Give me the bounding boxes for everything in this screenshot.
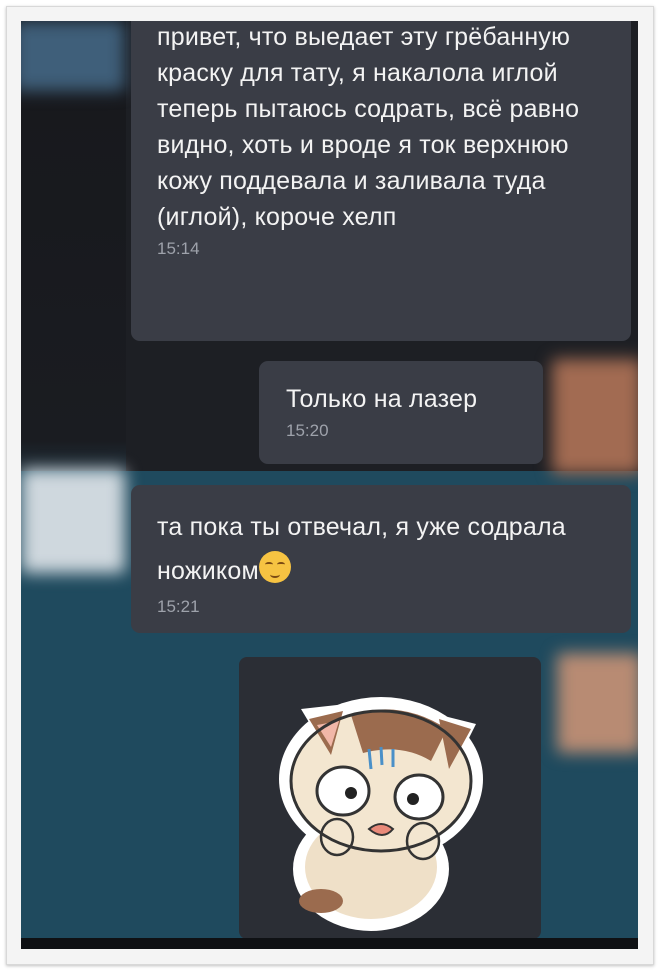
message-text: та пока ты отвечал, я уже содрала ножико… <box>157 513 566 585</box>
message-bubble-incoming[interactable]: привет, что выедает эту грёбанную краску… <box>131 21 631 341</box>
contact-avatar-blurred[interactable] <box>21 469 125 573</box>
bottom-bar <box>21 938 638 949</box>
own-avatar-blurred[interactable] <box>557 653 638 753</box>
contact-avatar-blurred[interactable] <box>21 21 125 91</box>
message-bubble-outgoing[interactable]: Только на лазер 15:20 <box>259 361 543 464</box>
message-text: Только на лазер <box>286 385 478 413</box>
message-time: 15:20 <box>286 421 329 440</box>
message-text: привет, что выедает эту грёбанную краску… <box>157 23 580 231</box>
message-bubble-incoming[interactable]: та пока ты отвечал, я уже содрала ножико… <box>131 485 631 633</box>
message-time: 15:21 <box>157 597 200 616</box>
message-time: 15:14 <box>157 239 200 258</box>
relieved-face-icon <box>258 551 291 583</box>
scared-cat-sticker-icon <box>279 697 483 931</box>
sticker-message[interactable] <box>239 657 541 939</box>
own-avatar-blurred[interactable] <box>552 359 638 474</box>
chat-screen: привет, что выедает эту грёбанную краску… <box>21 21 638 949</box>
